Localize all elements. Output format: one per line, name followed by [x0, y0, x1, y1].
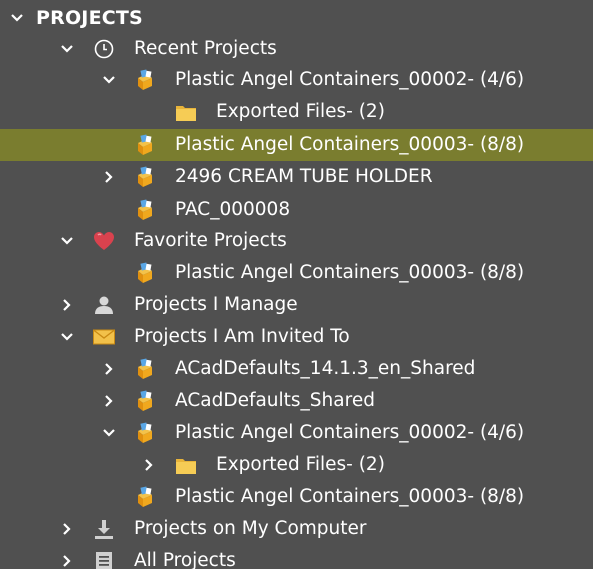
chevron-down-icon[interactable] — [100, 424, 118, 442]
tree-node-label: Plastic Angel Containers_00002- (4/6) — [175, 69, 525, 90]
chevron-right-icon[interactable] — [58, 552, 76, 569]
tree-node-favorite-projects[interactable]: Favorite Projects — [0, 225, 593, 257]
project-box-icon — [133, 198, 157, 222]
tree-node-label: Plastic Angel Containers_00002- (4/6) — [175, 422, 525, 443]
tree-node-label: 2496 CREAM TUBE HOLDER — [175, 166, 433, 187]
tree-node-pac-00002[interactable]: Plastic Angel Containers_00002- (4/6) — [0, 64, 593, 96]
clock-icon — [92, 37, 116, 61]
tree-node-label: Projects on My Computer — [134, 518, 367, 539]
chevron-right-icon[interactable] — [58, 520, 76, 538]
tree-node-projects-on-computer[interactable]: Projects on My Computer — [0, 513, 593, 545]
chevron-down-icon[interactable] — [58, 328, 76, 346]
tree-node-acad-1413[interactable]: ACadDefaults_14.1.3_en_Shared — [0, 353, 593, 385]
chevron-down-icon[interactable] — [100, 71, 118, 89]
chevron-right-icon[interactable] — [100, 360, 118, 378]
list-icon — [92, 549, 116, 569]
tree-node-label: Recent Projects — [134, 38, 277, 59]
tree-node-inv-pac-00003[interactable]: Plastic Angel Containers_00003- (8/8) — [0, 481, 593, 513]
heart-icon — [92, 229, 116, 253]
project-box-icon — [133, 261, 157, 285]
chevron-right-icon[interactable] — [140, 456, 158, 474]
tree-node-label: All Projects — [134, 550, 236, 569]
project-box-icon — [133, 421, 157, 445]
person-icon — [92, 293, 116, 317]
chevron-right-icon[interactable] — [58, 296, 76, 314]
tree-node-inv-exported-files[interactable]: Exported Files- (2) — [0, 449, 593, 481]
tree-node-recent-projects[interactable]: Recent Projects — [0, 33, 593, 65]
chevron-down-icon[interactable] — [58, 40, 76, 58]
project-box-icon — [133, 68, 157, 92]
project-box-icon — [133, 165, 157, 189]
tree-node-inv-pac-00002[interactable]: Plastic Angel Containers_00002- (4/6) — [0, 417, 593, 449]
tree-node-label: Exported Files- (2) — [216, 454, 385, 475]
tree-node-acad-shared[interactable]: ACadDefaults_Shared — [0, 385, 593, 417]
tree-node-cream-tube-holder[interactable]: 2496 CREAM TUBE HOLDER — [0, 161, 593, 193]
tree-node-pac-000008[interactable]: PAC_000008 — [0, 194, 593, 226]
project-box-icon — [133, 133, 157, 157]
project-box-icon — [133, 485, 157, 509]
tree-node-label: Projects I Am Invited To — [134, 326, 350, 347]
tree-node-fav-pac-00003[interactable]: Plastic Angel Containers_00003- (8/8) — [0, 257, 593, 289]
chevron-right-icon[interactable] — [100, 392, 118, 410]
tree-node-label: Plastic Angel Containers_00003- (8/8) — [175, 262, 525, 283]
folder-icon — [174, 453, 198, 477]
tree-node-label: Exported Files- (2) — [216, 101, 385, 122]
tree-node-label: Favorite Projects — [134, 230, 287, 251]
tree-node-label: ACadDefaults_Shared — [175, 390, 375, 411]
tree-node-label: ACadDefaults_14.1.3_en_Shared — [175, 358, 476, 379]
tree-node-all-projects[interactable]: All Projects — [0, 545, 593, 569]
download-icon — [92, 517, 116, 541]
tree-node-exported-files[interactable]: Exported Files- (2) — [0, 96, 593, 128]
tree-header-label: PROJECTS — [36, 7, 143, 29]
envelope-icon — [92, 325, 116, 349]
folder-icon — [174, 100, 198, 124]
project-box-icon — [133, 389, 157, 413]
tree-node-projects-i-manage[interactable]: Projects I Manage — [0, 289, 593, 321]
chevron-down-icon[interactable] — [58, 232, 76, 250]
tree-node-projects-invited[interactable]: Projects I Am Invited To — [0, 321, 593, 353]
tree-header-projects[interactable]: PROJECTS — [0, 2, 593, 34]
tree-node-pac-00003-selected[interactable]: Plastic Angel Containers_00003- (8/8) — [0, 129, 593, 161]
tree-node-label: Plastic Angel Containers_00003- (8/8) — [175, 134, 525, 155]
project-box-icon — [133, 357, 157, 381]
chevron-down-icon[interactable] — [8, 9, 26, 27]
projects-tree-panel: PROJECTS Recent Projects Plastic Angel C… — [0, 0, 597, 569]
chevron-right-icon[interactable] — [100, 168, 118, 186]
tree-node-label: Projects I Manage — [134, 294, 298, 315]
tree-node-label: Plastic Angel Containers_00003- (8/8) — [175, 486, 525, 507]
tree-node-label: PAC_000008 — [175, 199, 291, 220]
